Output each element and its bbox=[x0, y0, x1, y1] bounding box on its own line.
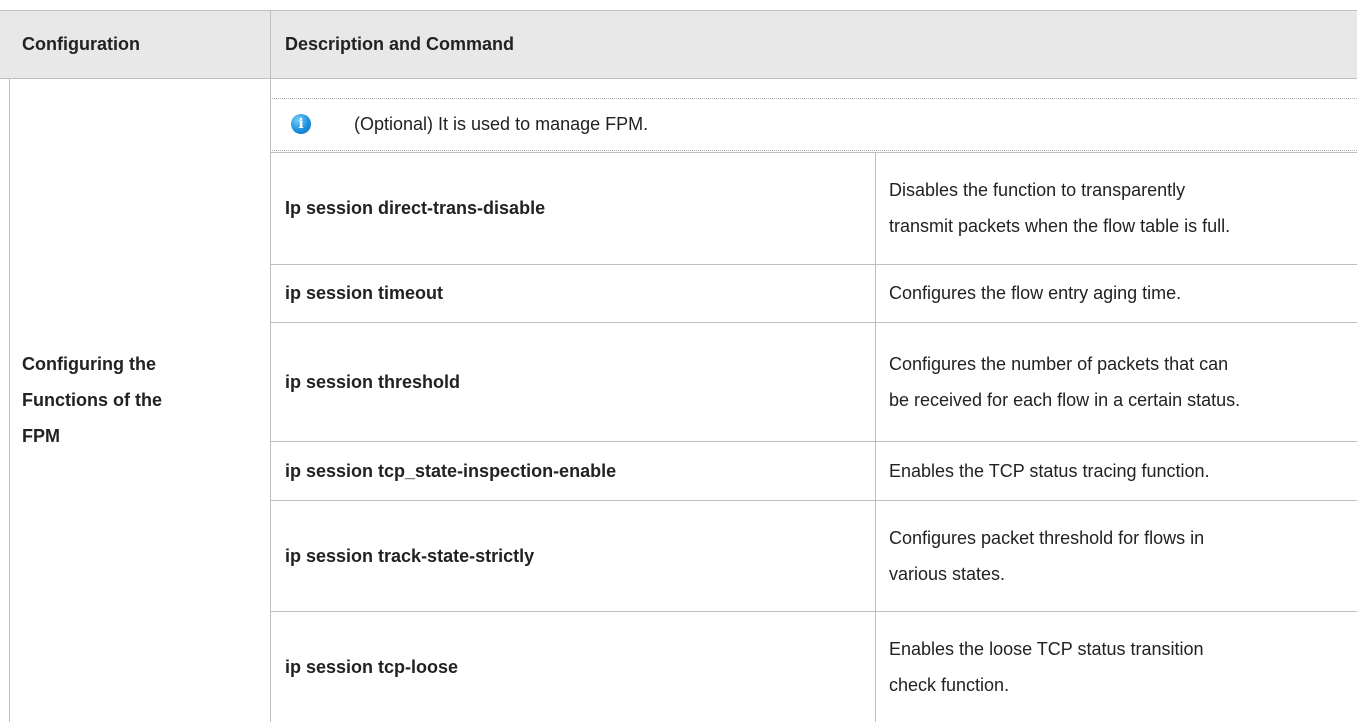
description-line: various states. bbox=[889, 563, 1006, 584]
note-text: (Optional) It is used to manage FPM. bbox=[354, 114, 649, 134]
description-line: transmit packets when the flow table is … bbox=[889, 216, 1231, 236]
description-line: Enables the TCP status tracing function. bbox=[889, 460, 1210, 481]
header-configuration: Configuration bbox=[22, 34, 140, 54]
command-text: Ip session direct-trans-disable bbox=[285, 198, 546, 218]
command-cell: ip session track-state-strictly bbox=[285, 500, 534, 611]
description-cell: Configures the number of packets that ca… bbox=[889, 322, 1240, 441]
note-top-border bbox=[270, 98, 1357, 99]
description-line: be received for each flow in a certain s… bbox=[889, 389, 1241, 410]
description-line: Configures the number of packets that ca… bbox=[889, 353, 1229, 374]
command-text: ip session tcp-loose bbox=[285, 656, 459, 677]
section-label-line: Configuring the bbox=[22, 354, 156, 374]
command-text: ip session track-state-strictly bbox=[285, 545, 535, 566]
note-bottom-border bbox=[270, 150, 1357, 151]
command-cell: ip session threshold bbox=[285, 322, 460, 441]
description-line: Configures packet threshold for flows in bbox=[889, 527, 1205, 548]
header-bottom-border bbox=[0, 78, 1357, 79]
section-label-line: FPM bbox=[22, 426, 60, 446]
command-text: ip session threshold bbox=[285, 371, 461, 392]
table-left-border bbox=[9, 78, 10, 722]
command-text: ip session timeout bbox=[285, 283, 444, 303]
description-cell: Disables the function to transparently t… bbox=[889, 152, 1230, 264]
description-line: check function. bbox=[889, 674, 1010, 695]
description-cell: Configures the flow entry aging time. bbox=[889, 264, 1181, 322]
command-desc-divider bbox=[875, 152, 876, 722]
command-text: ip session tcp_state-inspection-enable bbox=[285, 460, 617, 481]
description-line: Disables the function to transparently bbox=[889, 180, 1186, 200]
table-top-border bbox=[0, 10, 1357, 11]
table-header bbox=[0, 10, 1357, 78]
description-line: Configures the flow entry aging time. bbox=[889, 283, 1182, 303]
command-cell: ip session tcp_state-inspection-enable bbox=[285, 441, 616, 500]
description-cell: Configures packet threshold for flows in… bbox=[889, 500, 1204, 611]
section-label: Configuring the Functions of the FPM bbox=[22, 346, 162, 454]
column-divider bbox=[270, 10, 271, 722]
command-cell: Ip session direct-trans-disable bbox=[285, 152, 545, 264]
command-cell: ip session tcp-loose bbox=[285, 611, 458, 722]
command-cell: ip session timeout bbox=[285, 264, 443, 322]
description-line: Enables the loose TCP status transition bbox=[889, 638, 1204, 659]
description-cell: Enables the TCP status tracing function. bbox=[889, 441, 1210, 500]
info-icon: i bbox=[291, 114, 311, 134]
section-label-line: Functions of the bbox=[22, 390, 162, 410]
description-cell: Enables the loose TCP status transition … bbox=[889, 611, 1204, 722]
header-description-and-command: Description and Command bbox=[285, 34, 515, 54]
